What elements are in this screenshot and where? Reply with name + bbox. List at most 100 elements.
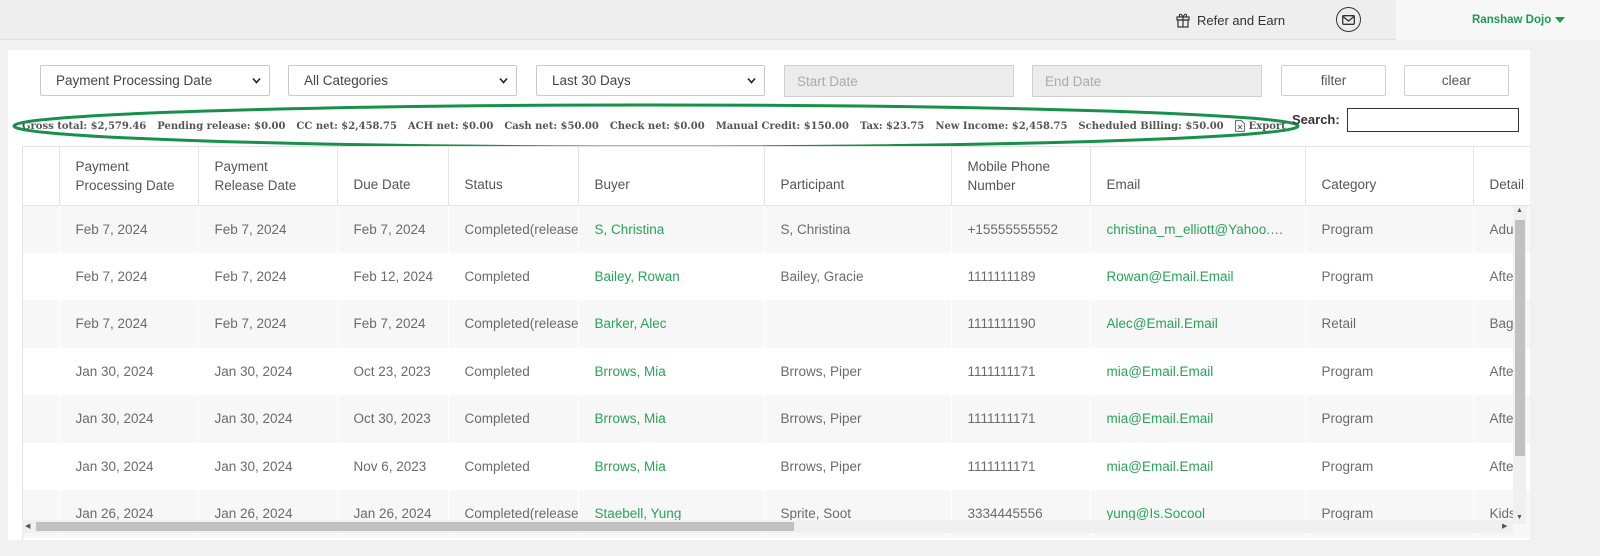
gross-total: Gross total: $2,579.46 bbox=[22, 120, 147, 132]
email-link[interactable]: mia@Email.Email bbox=[1090, 442, 1305, 490]
filter-button[interactable]: filter bbox=[1281, 65, 1386, 96]
table-row[interactable]: Jan 30, 2024 Jan 30, 2024 Oct 23, 2023 C… bbox=[23, 347, 1530, 395]
scroll-right-arrow-icon[interactable]: ▶ bbox=[1502, 523, 1507, 531]
buyer-link[interactable]: Brrows, Mia bbox=[578, 347, 764, 395]
due-date-cell: Feb 7, 2024 bbox=[337, 205, 448, 253]
participant-cell: S, Christina bbox=[764, 205, 951, 253]
export-label: Export bbox=[1248, 120, 1286, 132]
email-link[interactable]: christina_m_elliott@Yahoo.com bbox=[1090, 205, 1305, 253]
category-cell: Program bbox=[1305, 205, 1473, 253]
buyer-link[interactable]: Brrows, Mia bbox=[578, 395, 764, 443]
export-button[interactable]: Export bbox=[1234, 120, 1297, 132]
processing-date-cell: Feb 7, 2024 bbox=[59, 205, 198, 253]
envelope-icon bbox=[1342, 14, 1355, 25]
release-date-cell: Jan 30, 2024 bbox=[198, 395, 337, 443]
search-input[interactable] bbox=[1347, 108, 1519, 132]
user-menu[interactable]: Ranshaw Dojo bbox=[1396, 0, 1600, 40]
scroll-left-arrow-icon[interactable]: ◀ bbox=[25, 523, 30, 531]
vertical-scrollbar[interactable]: ▲ ▼ bbox=[1513, 206, 1526, 524]
cash-net: Cash net: $50.00 bbox=[504, 120, 599, 132]
refer-and-earn-link[interactable]: Refer and Earn bbox=[1176, 9, 1285, 31]
column-header-participant[interactable]: Participant bbox=[764, 147, 952, 206]
column-header-select[interactable] bbox=[23, 147, 60, 206]
release-date-cell: Feb 7, 2024 bbox=[198, 205, 337, 253]
header-line: Number bbox=[967, 177, 1016, 193]
category-select[interactable]: All Categories bbox=[288, 65, 517, 96]
buyer-link[interactable]: Barker, Alec bbox=[578, 300, 764, 348]
date-type-value: Payment Processing Date bbox=[56, 73, 213, 88]
column-header-release-date[interactable]: Payment Release Date bbox=[198, 147, 338, 206]
table-row[interactable]: Feb 7, 2024 Feb 7, 2024 Feb 7, 2024 Comp… bbox=[23, 300, 1530, 348]
messages-button[interactable] bbox=[1336, 7, 1361, 32]
buyer-link[interactable]: S, Christina bbox=[578, 205, 764, 253]
buyer-link[interactable]: Brrows, Mia bbox=[578, 442, 764, 490]
end-date-placeholder: End Date bbox=[1045, 73, 1102, 89]
date-type-select[interactable]: Payment Processing Date bbox=[40, 65, 270, 96]
check-net: Check net: $0.00 bbox=[609, 120, 705, 132]
gift-icon bbox=[1176, 13, 1190, 28]
status-cell: Completed bbox=[448, 252, 578, 300]
email-link[interactable]: mia@Email.Email bbox=[1090, 395, 1305, 443]
phone-cell: 1111111189 bbox=[951, 252, 1090, 300]
table-row[interactable]: Jan 30, 2024 Jan 30, 2024 Oct 30, 2023 C… bbox=[23, 395, 1530, 443]
category-cell: Program bbox=[1305, 395, 1473, 443]
range-value: Last 30 Days bbox=[552, 73, 631, 88]
start-date-input[interactable]: Start Date bbox=[784, 65, 1014, 97]
table-row[interactable]: Feb 7, 2024 Feb 7, 2024 Feb 7, 2024 Comp… bbox=[23, 205, 1530, 253]
category-cell: Retail bbox=[1305, 300, 1473, 348]
filter-label: filter bbox=[1320, 73, 1347, 88]
summary-totals: Gross total: $2,579.46 Pending release: … bbox=[22, 119, 1308, 133]
status-cell: Completed bbox=[448, 442, 578, 490]
row-select-cell[interactable] bbox=[23, 205, 59, 253]
end-date-input[interactable]: End Date bbox=[1032, 65, 1262, 97]
scroll-down-arrow-icon[interactable]: ▼ bbox=[1516, 514, 1523, 522]
row-select-cell[interactable] bbox=[23, 442, 59, 490]
column-header-detail[interactable]: Detail bbox=[1473, 147, 1530, 206]
scheduled-billing: Scheduled Billing: $50.00 bbox=[1078, 120, 1224, 132]
header-line: Payment bbox=[214, 158, 268, 174]
horizontal-scrollbar[interactable]: ◀ ▶ bbox=[22, 520, 1513, 533]
column-header-category[interactable]: Category bbox=[1305, 147, 1474, 206]
vertical-scroll-thumb[interactable] bbox=[1515, 220, 1525, 456]
status-cell: Completed bbox=[448, 395, 578, 443]
scroll-up-arrow-icon[interactable]: ▲ bbox=[1516, 207, 1523, 215]
chevron-down-icon bbox=[499, 77, 508, 84]
top-bar: Refer and Earn Ranshaw Dojo bbox=[0, 0, 1600, 40]
horizontal-scroll-thumb[interactable] bbox=[36, 522, 794, 531]
row-select-cell[interactable] bbox=[23, 300, 59, 348]
email-link[interactable]: Rowan@Email.Email bbox=[1090, 252, 1305, 300]
table-row[interactable]: Feb 7, 2024 Feb 7, 2024 Feb 12, 2024 Com… bbox=[23, 252, 1530, 300]
column-header-email[interactable]: Email bbox=[1090, 147, 1306, 206]
header-line: Processing Date bbox=[75, 177, 175, 193]
participant-cell: Brrows, Piper bbox=[764, 442, 951, 490]
due-date-cell: Feb 12, 2024 bbox=[337, 252, 448, 300]
clear-button[interactable]: clear bbox=[1404, 65, 1509, 96]
header-line: Mobile Phone bbox=[967, 158, 1051, 174]
column-header-buyer[interactable]: Buyer bbox=[578, 147, 765, 206]
row-select-cell[interactable] bbox=[23, 252, 59, 300]
due-date-cell: Oct 30, 2023 bbox=[337, 395, 448, 443]
range-select[interactable]: Last 30 Days bbox=[536, 65, 765, 96]
table-row[interactable]: Jan 30, 2024 Jan 30, 2024 Nov 6, 2023 Co… bbox=[23, 442, 1530, 490]
row-select-cell[interactable] bbox=[23, 395, 59, 443]
release-date-cell: Jan 30, 2024 bbox=[198, 347, 337, 395]
chevron-down-icon bbox=[252, 77, 261, 84]
email-link[interactable]: Alec@Email.Email bbox=[1090, 300, 1305, 348]
release-date-cell: Jan 30, 2024 bbox=[198, 442, 337, 490]
phone-cell: 1111111171 bbox=[951, 442, 1090, 490]
category-cell: Program bbox=[1305, 347, 1473, 395]
manual-credit: Manual Credit: $150.00 bbox=[715, 120, 849, 132]
status-cell: Completed(release bbox=[448, 205, 578, 253]
column-header-status[interactable]: Status bbox=[448, 147, 579, 206]
buyer-link[interactable]: Bailey, Rowan bbox=[578, 252, 764, 300]
processing-date-cell: Feb 7, 2024 bbox=[59, 252, 198, 300]
processing-date-cell: Jan 30, 2024 bbox=[59, 395, 198, 443]
column-header-phone[interactable]: Mobile Phone Number bbox=[951, 147, 1091, 206]
email-link[interactable]: mia@Email.Email bbox=[1090, 347, 1305, 395]
export-file-icon bbox=[1234, 120, 1245, 132]
column-header-processing-date[interactable]: Payment Processing Date bbox=[59, 147, 199, 206]
participant-cell: Brrows, Piper bbox=[764, 395, 951, 443]
due-date-cell: Feb 7, 2024 bbox=[337, 300, 448, 348]
column-header-due-date[interactable]: Due Date bbox=[337, 147, 449, 206]
row-select-cell[interactable] bbox=[23, 347, 59, 395]
